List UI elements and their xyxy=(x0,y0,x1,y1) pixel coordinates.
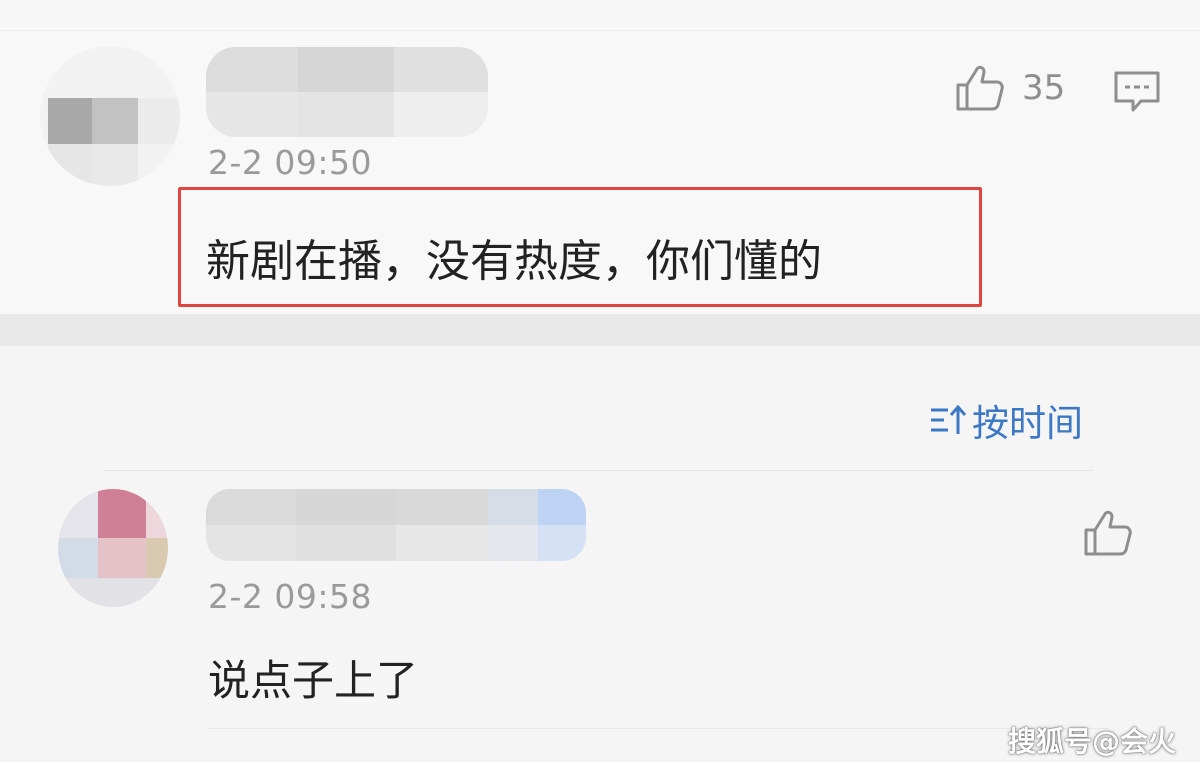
username-pixel xyxy=(296,489,396,525)
username-pixel xyxy=(396,525,488,561)
top-divider xyxy=(0,0,1200,31)
reply-like-button[interactable] xyxy=(1083,508,1133,562)
username-pixel xyxy=(396,489,488,525)
reply-timestamp: 2-2 09:58 xyxy=(208,577,372,616)
sort-label: 按时间 xyxy=(972,402,1083,445)
username-pixel xyxy=(206,489,296,525)
avatar-pixel xyxy=(146,538,168,578)
username-pixel xyxy=(206,525,296,561)
sort-by-time-button[interactable]: 按时间 xyxy=(928,395,1083,445)
username-blurred[interactable] xyxy=(206,489,586,561)
comment-bubble-icon xyxy=(1114,71,1160,112)
username-pixel xyxy=(206,92,298,137)
avatar-pixel xyxy=(98,538,146,578)
username-pixel xyxy=(296,525,396,561)
section-separator xyxy=(0,314,1200,346)
username-blurred[interactable] xyxy=(206,47,488,137)
list-divider xyxy=(208,728,1108,729)
thumbs-up-icon xyxy=(956,65,1004,111)
comment-text: 新剧在播，没有热度，你们懂的 xyxy=(206,236,822,287)
thumbs-up-icon xyxy=(1084,510,1132,556)
avatar-pixel xyxy=(146,489,168,538)
sort-icon xyxy=(931,404,967,434)
username-pixel xyxy=(298,92,394,137)
username-pixel xyxy=(488,525,538,561)
list-divider xyxy=(104,470,1094,471)
avatar-pixel xyxy=(58,538,98,578)
reply-text: 说点子上了 xyxy=(208,656,419,705)
username-pixel xyxy=(206,47,298,92)
username-pixel xyxy=(488,489,538,525)
avatar-pixel xyxy=(48,144,92,186)
avatar[interactable] xyxy=(40,46,180,186)
avatar-pixel xyxy=(138,98,180,144)
source-watermark: 搜狐号@会火 xyxy=(1007,725,1176,758)
username-pixel xyxy=(538,525,586,561)
avatar-pixel xyxy=(58,489,98,538)
comment-timestamp: 2-2 09:50 xyxy=(208,143,372,182)
like-button[interactable] xyxy=(955,63,1005,117)
username-pixel xyxy=(298,47,394,92)
username-pixel xyxy=(394,92,488,137)
username-pixel xyxy=(394,47,488,92)
avatar[interactable] xyxy=(58,489,168,607)
avatar-pixel xyxy=(92,144,138,186)
avatar-pixel xyxy=(58,578,168,607)
avatar-pixel xyxy=(48,98,92,144)
avatar-pixel xyxy=(92,98,138,144)
reply-button[interactable] xyxy=(1113,70,1161,118)
avatar-pixel xyxy=(98,489,146,538)
username-pixel xyxy=(538,489,586,525)
like-count: 35 xyxy=(1022,68,1066,108)
